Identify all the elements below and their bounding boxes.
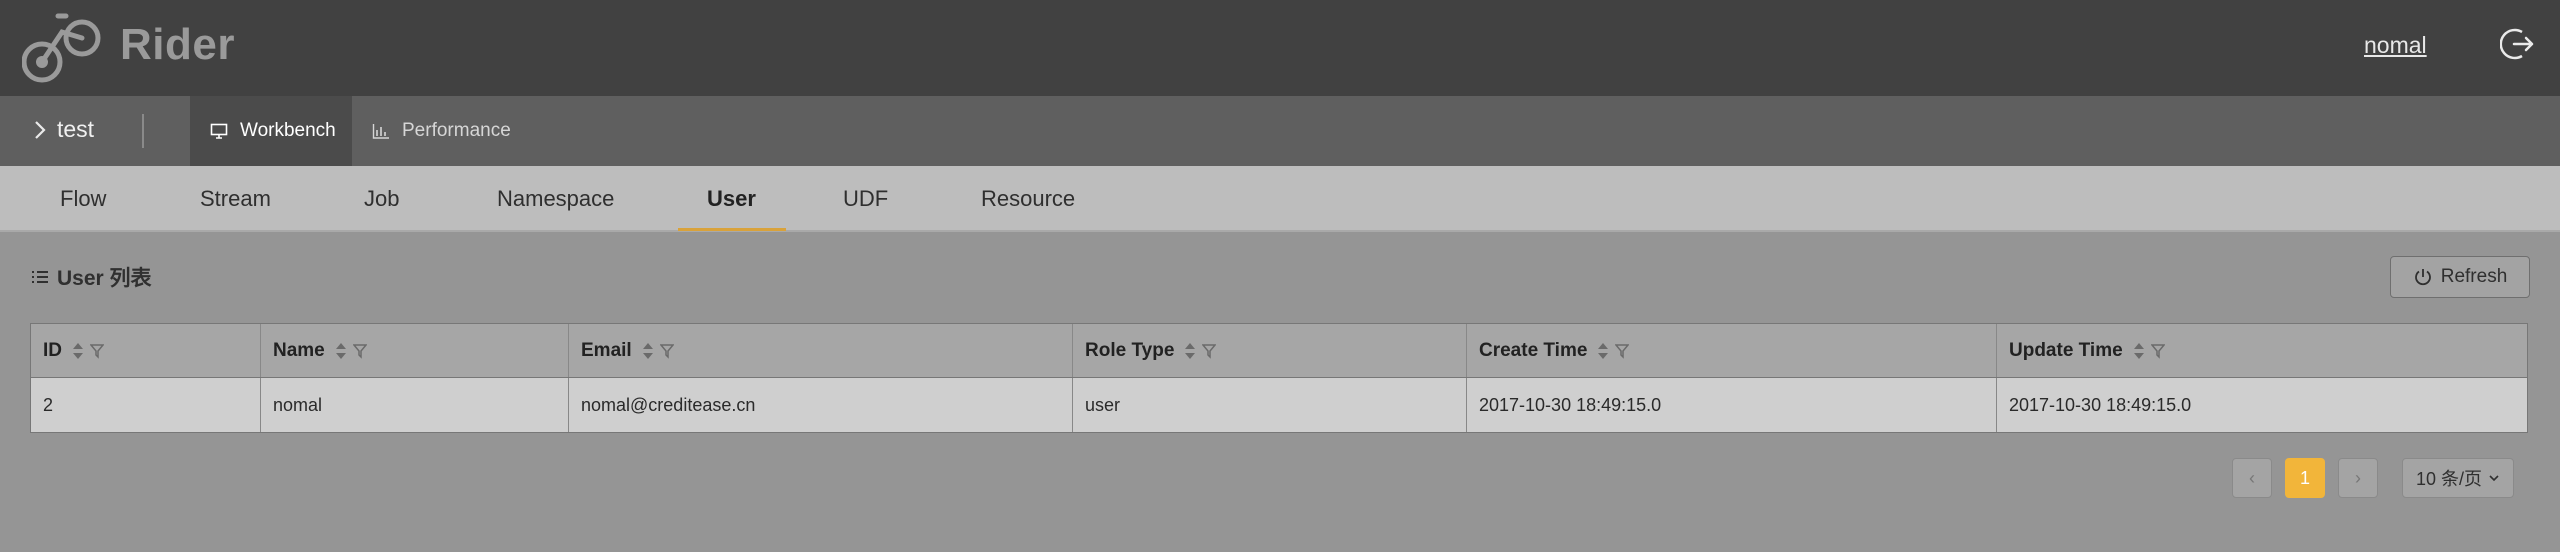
next-page-button[interactable]: › <box>2338 458 2378 498</box>
col-header-label: ID <box>43 339 62 361</box>
cell-name: nomal <box>261 378 569 432</box>
chevron-down-icon <box>2489 475 2499 482</box>
subtab-stream[interactable]: Stream <box>200 166 271 232</box>
top-header: Rider nomal <box>0 0 2560 96</box>
col-header-create-time[interactable]: Create Time <box>1467 324 1997 377</box>
active-tab-indicator <box>678 228 786 231</box>
divider <box>142 114 144 148</box>
sort-icon[interactable] <box>72 341 84 361</box>
app-brand: Rider <box>120 20 235 69</box>
subtab-namespace[interactable]: Namespace <box>497 166 614 232</box>
monitor-icon <box>210 123 228 139</box>
col-header-update-time[interactable]: Update Time <box>1997 324 2527 377</box>
page-size-label: 10 条/页 <box>2415 469 2483 489</box>
tab-performance[interactable]: Performance <box>352 96 552 166</box>
filter-icon[interactable] <box>352 343 367 359</box>
table-header: ID Name Email Role Type Create Time Upda… <box>31 324 2527 378</box>
filter-icon[interactable] <box>2150 343 2165 359</box>
project-name[interactable]: test <box>57 116 94 143</box>
filter-icon[interactable] <box>1615 343 1630 359</box>
sub-navigation: Flow Stream Job Namespace User UDF Resou… <box>0 166 2560 232</box>
sort-icon[interactable] <box>1184 341 1196 361</box>
sort-icon[interactable] <box>2133 341 2145 361</box>
col-header-name[interactable]: Name <box>261 324 569 377</box>
section-title-text: User 列表 <box>57 267 152 290</box>
page-1-button[interactable]: 1 <box>2285 458 2325 498</box>
cell-id: 2 <box>31 378 261 432</box>
col-header-label: Create Time <box>1479 339 1588 361</box>
subtab-resource[interactable]: Resource <box>981 166 1075 232</box>
chevron-left-icon: ‹ <box>2249 467 2255 488</box>
cell-role-type: user <box>1073 378 1467 432</box>
table-row[interactable]: 2 nomal nomal@creditease.cn user 2017-10… <box>31 378 2527 432</box>
list-icon <box>32 271 48 283</box>
cell-create-time: 2017-10-30 18:49:15.0 <box>1467 378 1997 432</box>
tab-workbench[interactable]: Workbench <box>190 96 352 166</box>
filter-icon[interactable] <box>90 343 104 359</box>
subtab-job[interactable]: Job <box>364 166 399 232</box>
col-header-label: Role Type <box>1085 339 1175 361</box>
user-table: ID Name Email Role Type Create Time Upda… <box>30 323 2528 433</box>
sort-icon[interactable] <box>642 341 654 361</box>
section-title: User 列表 <box>31 262 152 292</box>
prev-page-button[interactable]: ‹ <box>2232 458 2272 498</box>
tab-performance-label: Performance <box>402 120 511 141</box>
page-size-select[interactable]: 10 条/页 <box>2402 458 2514 498</box>
col-header-role-type[interactable]: Role Type <box>1073 324 1467 377</box>
bicycle-logo-icon <box>22 13 101 83</box>
filter-icon[interactable] <box>1202 343 1217 359</box>
cell-update-time: 2017-10-30 18:49:15.0 <box>2009 394 2192 415</box>
refresh-label: Refresh <box>2440 266 2508 287</box>
chevron-right-icon: › <box>2355 467 2361 488</box>
refresh-button[interactable]: Refresh <box>2390 256 2530 298</box>
power-icon <box>2414 269 2431 286</box>
col-header-id[interactable]: ID <box>31 324 261 377</box>
filter-icon[interactable] <box>659 343 674 359</box>
current-user-link[interactable]: nomal <box>2364 32 2427 59</box>
bar-chart-icon <box>372 124 389 139</box>
sort-icon[interactable] <box>1597 341 1609 361</box>
subtab-udf[interactable]: UDF <box>843 166 888 232</box>
tab-workbench-label: Workbench <box>240 120 336 141</box>
chevron-right-icon[interactable] <box>32 117 48 143</box>
logout-icon[interactable] <box>2500 26 2536 62</box>
subtab-user[interactable]: User <box>707 166 756 232</box>
cell-email: nomal@creditease.cn <box>569 378 1073 432</box>
col-header-label: Name <box>273 339 325 361</box>
sort-icon[interactable] <box>335 341 347 361</box>
subtab-flow[interactable]: Flow <box>60 166 106 232</box>
project-bar: test Workbench Performance <box>0 96 2560 166</box>
col-header-email[interactable]: Email <box>569 324 1073 377</box>
col-header-label: Email <box>581 339 632 361</box>
col-header-label: Update Time <box>2009 339 2123 361</box>
